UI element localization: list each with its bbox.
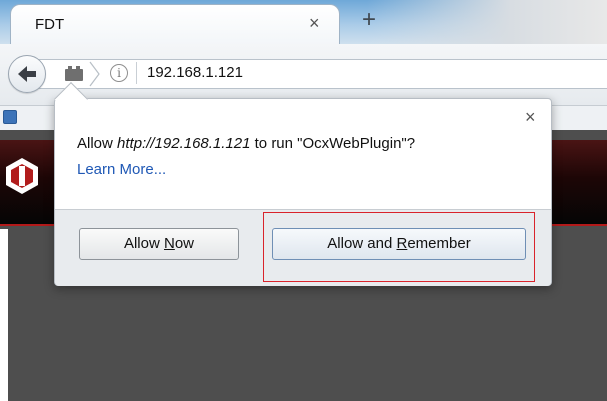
allow-remember-accel-key: R <box>396 235 408 252</box>
tab-fdt[interactable]: FDT × <box>10 4 340 45</box>
navigation-bar: i 192.168.1.121 <box>0 44 607 106</box>
dialog-footer: Allow Now Allow and Remember <box>55 209 551 286</box>
tab-close-icon[interactable]: × <box>309 13 320 34</box>
tab-strip: FDT × + <box>0 0 607 45</box>
plugin-permission-dialog: × Allow http://192.168.1.121 to run "Ocx… <box>54 82 552 286</box>
bookmark-icon[interactable] <box>3 110 17 124</box>
allow-and-remember-button[interactable]: Allow and Remember <box>272 228 526 260</box>
browser-window: FDT × + i 192.168.1.121 × Allow http://1… <box>0 0 607 401</box>
page-left-edge <box>0 229 8 401</box>
chevron-separator-icon <box>89 61 100 87</box>
message-prefix: Allow <box>77 135 118 152</box>
site-logo-icon <box>6 158 38 194</box>
new-tab-button[interactable]: + <box>354 6 384 34</box>
info-icon[interactable]: i <box>110 64 128 82</box>
allow-now-button[interactable]: Allow Now <box>79 228 239 260</box>
back-arrow-icon <box>18 66 36 82</box>
url-separator <box>136 62 137 84</box>
learn-more-link[interactable]: Learn More... <box>77 161 166 178</box>
tab-title: FDT <box>35 16 65 33</box>
plugin-icon[interactable] <box>64 66 84 82</box>
url-text[interactable]: 192.168.1.121 <box>147 64 243 81</box>
message-url: http://192.168.1.121 <box>117 135 251 152</box>
back-button[interactable] <box>8 55 46 93</box>
allow-now-label-start: Allow <box>123 235 164 252</box>
dialog-message: Allow http://192.168.1.121 to run "OcxWe… <box>77 135 415 152</box>
tab-strip-fade <box>367 0 607 44</box>
allow-now-label-end: ow <box>174 235 195 252</box>
dialog-close-icon[interactable]: × <box>525 107 536 128</box>
allow-now-accel-key: N <box>163 235 175 252</box>
message-suffix: to run "OcxWebPlugin"? <box>250 135 416 152</box>
allow-remember-label-start: Allow and <box>327 235 397 252</box>
allow-remember-label-end: emember <box>407 235 471 252</box>
